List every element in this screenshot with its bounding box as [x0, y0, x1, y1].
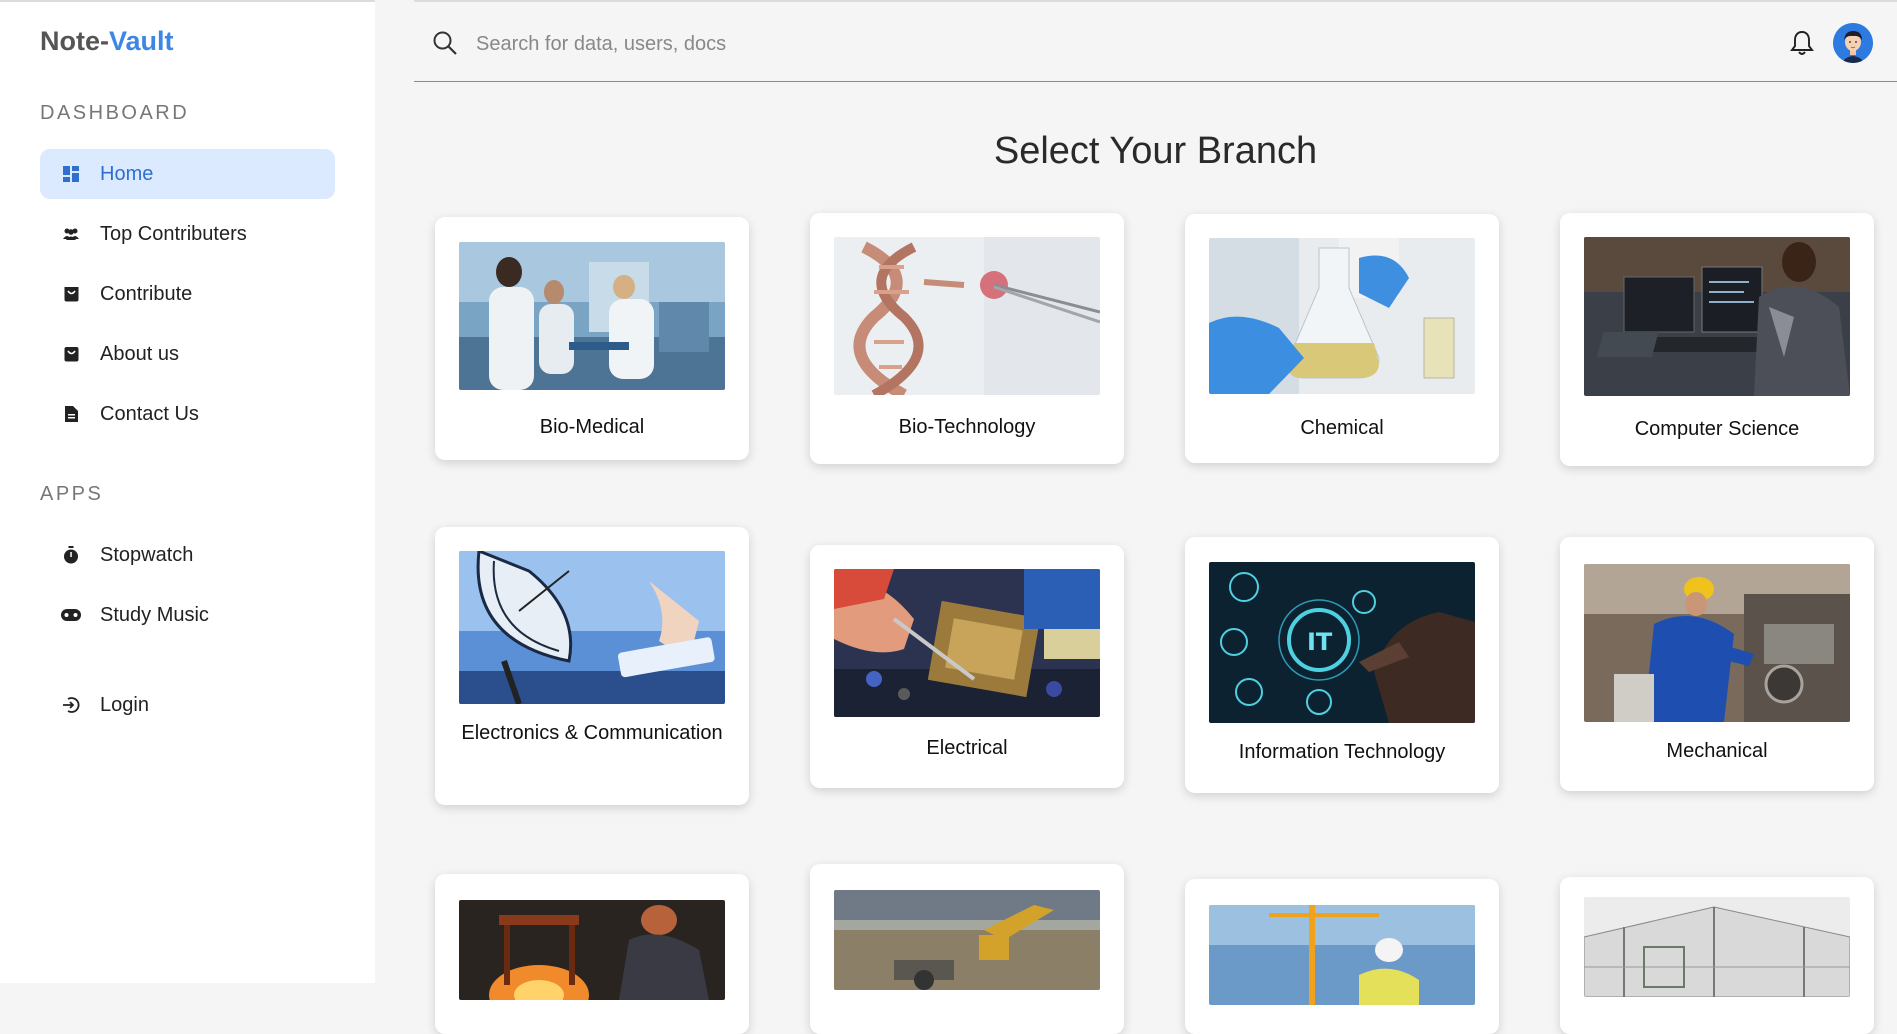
branch-label: Electronics & Communication	[461, 722, 723, 744]
sidebar-item-stopwatch[interactable]: Stopwatch	[40, 530, 335, 580]
sidebar-item-label: Home	[100, 162, 154, 185]
sidebar-item-label: Study Music	[100, 603, 209, 626]
top-bar	[414, 0, 1897, 82]
branch-card-mechanical[interactable]: Mechanical	[1560, 537, 1874, 791]
mining-image	[834, 890, 1100, 990]
branch-card-bio-technology[interactable]: Bio-Technology	[810, 213, 1124, 464]
sidebar-item-about-us[interactable]: About us	[40, 329, 335, 379]
electrical-image	[834, 569, 1100, 717]
architecture-image	[1584, 897, 1850, 997]
branch-card-computer-science[interactable]: Computer Science	[1560, 213, 1874, 466]
branch-label: Bio-Technology	[898, 416, 1036, 438]
page-title: Select Your Branch	[993, 130, 1318, 172]
sidebar-item-study-music[interactable]: Study Music	[40, 590, 335, 640]
stopwatch-icon	[61, 545, 81, 565]
users-icon	[61, 224, 81, 244]
sidebar-item-label: Stopwatch	[100, 543, 194, 566]
sidebar-item-contribute[interactable]: Contribute	[40, 269, 335, 319]
branch-card-row3-2[interactable]	[810, 864, 1124, 1034]
branch-card-bio-medical[interactable]: Bio-Medical	[435, 217, 749, 460]
logo-text-accent: Vault	[109, 26, 174, 56]
branch-card-electronics-communication[interactable]: Electronics & Communication	[435, 527, 749, 805]
sidebar-item-login[interactable]: Login	[40, 680, 335, 730]
mechanical-image	[1584, 564, 1850, 722]
bio-technology-image	[834, 237, 1100, 395]
branch-card-row3-3[interactable]	[1185, 879, 1499, 1034]
branch-label: Information Technology	[1238, 741, 1446, 763]
bag-icon	[61, 284, 81, 304]
sidebar: Note-Vault DASHBOARD Home Top Contribute…	[0, 0, 375, 983]
branch-card-electrical[interactable]: Electrical	[810, 545, 1124, 788]
logo-text-primary: Note-	[40, 26, 109, 56]
sidebar-item-contact-us[interactable]: Contact Us	[40, 389, 335, 439]
branch-label: Electrical	[926, 737, 1008, 759]
avatar[interactable]	[1833, 23, 1873, 63]
sidebar-item-label: Contribute	[100, 282, 193, 305]
branch-card-row3-1[interactable]	[435, 874, 749, 1034]
login-icon	[61, 695, 81, 715]
grid-icon	[61, 164, 81, 184]
apps-section-title: APPS	[40, 483, 104, 505]
branch-label: Bio-Medical	[539, 416, 645, 438]
bag-icon	[61, 344, 81, 364]
sidebar-item-label: Contact Us	[100, 402, 199, 425]
chemical-image	[1209, 238, 1475, 394]
sidebar-item-label: Top Contributers	[100, 222, 247, 245]
sidebar-item-label: Login	[100, 693, 149, 716]
search-icon[interactable]	[432, 30, 458, 61]
sidebar-item-top-contributers[interactable]: Top Contributers	[40, 209, 335, 259]
computer-science-image	[1584, 237, 1850, 396]
svg-text:IT: IT	[1307, 628, 1333, 656]
branch-card-row3-4[interactable]	[1560, 877, 1874, 1034]
branch-label: Mechanical	[1666, 740, 1768, 762]
civil-image	[1209, 905, 1475, 1005]
branch-card-information-technology[interactable]: IT Information Technology	[1185, 537, 1499, 793]
branch-card-chemical[interactable]: Chemical	[1185, 214, 1499, 463]
bio-medical-image	[459, 242, 725, 390]
branch-label: Computer Science	[1634, 418, 1800, 440]
branch-label: Chemical	[1300, 417, 1384, 439]
information-technology-image: IT	[1209, 562, 1475, 723]
search-input[interactable]	[474, 28, 1078, 60]
document-icon	[61, 404, 81, 424]
sidebar-item-label: About us	[100, 342, 179, 365]
dashboard-section-title: DASHBOARD	[40, 102, 190, 124]
foundry-image	[459, 900, 725, 1000]
gamepad-icon	[61, 605, 81, 625]
electronics-communication-image	[459, 551, 725, 704]
bell-icon[interactable]	[1790, 30, 1814, 61]
sidebar-item-home[interactable]: Home	[40, 149, 335, 199]
app-logo[interactable]: Note-Vault	[40, 26, 174, 57]
